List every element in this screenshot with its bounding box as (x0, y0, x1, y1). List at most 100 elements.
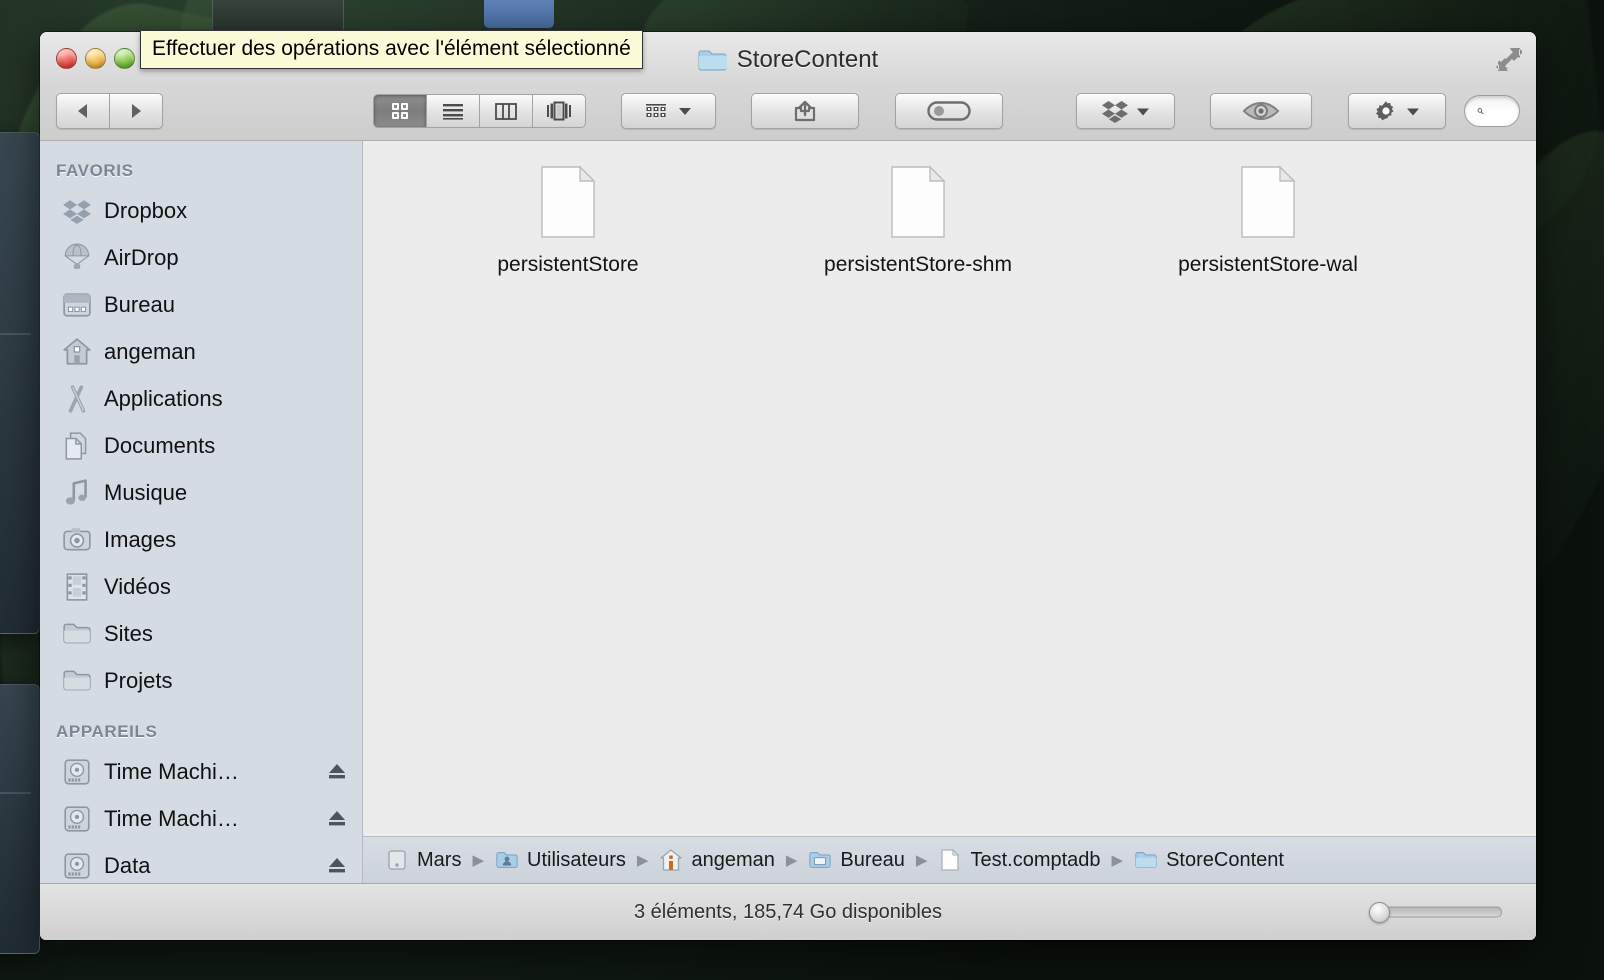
back-button[interactable] (56, 93, 110, 129)
breadcrumb-label: Mars (417, 848, 462, 871)
eject-icon[interactable] (326, 855, 348, 877)
desktop-icon (63, 292, 91, 317)
desktop-folder-icon (809, 852, 832, 868)
sidebar-item-label: Applications (104, 385, 223, 411)
sidebar-item-data[interactable]: Data (40, 842, 362, 883)
breadcrumb-item-mars[interactable]: Mars (385, 848, 461, 872)
folder-icon (63, 670, 91, 690)
breadcrumb-item-angeman[interactable]: angeman (659, 848, 775, 872)
background-window[interactable] (0, 132, 40, 634)
film-strip-icon (66, 572, 88, 601)
sidebar-header-appareils: APPAREILS (56, 722, 158, 741)
file-item[interactable]: persistentStore-shm (743, 159, 1093, 277)
folder-icon (63, 623, 91, 643)
arrange-button[interactable] (621, 93, 716, 129)
forward-arrow-icon (132, 104, 141, 118)
view-mode-segmented-control (373, 94, 586, 128)
sidebar-item-label: Bureau (104, 291, 175, 317)
finder-window: StoreContent FAVORIS Dropbox AirDrop Bur… (40, 32, 1536, 940)
users-folder-icon (496, 852, 518, 868)
blank-document-icon (541, 165, 596, 238)
minimize-button[interactable] (85, 48, 106, 69)
breadcrumb-item-utilisateurs[interactable]: Utilisateurs (495, 848, 626, 872)
folder-icon (1135, 852, 1157, 868)
hard-drive-icon (64, 852, 90, 879)
breadcrumb-label: angeman (691, 848, 775, 871)
dropbox-icon (1101, 101, 1128, 123)
sidebar-item-documents[interactable]: Documents (40, 422, 362, 469)
hard-drive-icon (64, 805, 90, 832)
list-view-button[interactable] (427, 94, 480, 128)
sidebar-item-label: Time Machi… (104, 805, 239, 831)
home-house-icon (63, 337, 91, 365)
window-body: FAVORIS Dropbox AirDrop Bureau angeman A… (40, 141, 1536, 883)
search-input[interactable] (1491, 101, 1507, 121)
sidebar-item-label: Musique (104, 479, 188, 505)
chevron-down-icon (679, 108, 692, 115)
window-title-text: StoreContent (736, 46, 879, 73)
sidebar-item-label: Documents (104, 432, 216, 458)
zoom-button[interactable] (114, 48, 135, 69)
file-name: persistentStore-wal (1178, 253, 1358, 276)
breadcrumb-separator: ▶ (915, 852, 928, 869)
blank-document-icon (941, 848, 960, 871)
fullscreen-button[interactable] (1496, 46, 1523, 72)
folder-icon (698, 50, 727, 71)
hard-drive-icon (388, 850, 406, 870)
sidebar-item-musique[interactable]: Musique (40, 469, 362, 516)
share-arrow-icon (795, 100, 816, 122)
sidebar-item-label: Projets (104, 667, 173, 693)
columns-icon (495, 103, 517, 120)
music-note-icon (65, 478, 87, 505)
sidebar-item-angeman[interactable]: angeman (40, 328, 362, 375)
blank-document-icon (891, 165, 946, 238)
grid-rows-icon (646, 104, 667, 117)
breadcrumb-item-test-comptadb[interactable]: Test.comptadb (938, 848, 1101, 872)
back-arrow-icon (78, 104, 87, 118)
eject-icon[interactable] (326, 761, 348, 783)
hard-drive-icon (64, 758, 90, 785)
forward-button[interactable] (110, 93, 163, 129)
close-button[interactable] (56, 48, 77, 69)
sidebar-item-label: Images (104, 526, 177, 552)
background-window[interactable] (0, 684, 40, 954)
sidebar-item-projets[interactable]: Projets (40, 657, 362, 704)
action-menu-button[interactable] (1347, 93, 1446, 129)
coverflow-view-button[interactable] (533, 94, 586, 128)
breadcrumb-label: Test.comptadb (970, 848, 1101, 871)
sidebar-item-bureau[interactable]: Bureau (40, 281, 362, 328)
eject-icon[interactable] (326, 808, 348, 830)
sidebar-item-time-machine-2[interactable]: Time Machi… (40, 795, 362, 842)
sidebar-item-airdrop[interactable]: AirDrop (40, 234, 362, 281)
background-window-top[interactable] (212, 0, 344, 34)
documents-icon (65, 431, 87, 460)
sidebar-item-sites[interactable]: Sites (40, 610, 362, 657)
breadcrumb: Mars ▶ Utilisateurs ▶ angeman ▶ Bureau ▶… (363, 836, 1536, 883)
search-field[interactable] (1464, 95, 1520, 127)
column-view-button[interactable] (480, 94, 533, 128)
sidebar-item-time-machine-1[interactable]: Time Machi… (40, 748, 362, 795)
sidebar-item-applications[interactable]: Applications (40, 375, 362, 422)
sidebar-item-images[interactable]: Images (40, 516, 362, 563)
background-window-top[interactable] (484, 0, 554, 28)
edit-tags-button[interactable] (894, 93, 1003, 129)
sidebar-item-label: AirDrop (104, 244, 179, 270)
breadcrumb-label: Bureau (840, 848, 905, 871)
file-item[interactable]: persistentStore (393, 159, 743, 277)
content-area: persistentStore persistentStore-shm pers… (363, 141, 1536, 883)
dropbox-button[interactable] (1076, 93, 1175, 129)
breadcrumb-item-storecontent[interactable]: StoreContent (1134, 848, 1284, 872)
share-button[interactable] (751, 93, 860, 129)
quick-look-button[interactable] (1209, 93, 1313, 129)
file-name: persistentStore (497, 253, 639, 276)
sidebar-item-label: Time Machi… (104, 758, 239, 784)
breadcrumb-label: StoreContent (1166, 848, 1284, 871)
status-bar: 3 éléments, 185,74 Go disponibles (40, 883, 1536, 940)
icon-size-slider[interactable] (1369, 901, 1502, 923)
sidebar-item-dropbox[interactable]: Dropbox (40, 187, 362, 234)
icon-size-slider-knob[interactable] (1369, 901, 1390, 923)
icon-view-button[interactable] (373, 94, 427, 128)
breadcrumb-item-bureau[interactable]: Bureau (808, 848, 905, 872)
file-item[interactable]: persistentStore-wal (1093, 159, 1443, 277)
sidebar-item-videos[interactable]: Vidéos (40, 563, 362, 610)
